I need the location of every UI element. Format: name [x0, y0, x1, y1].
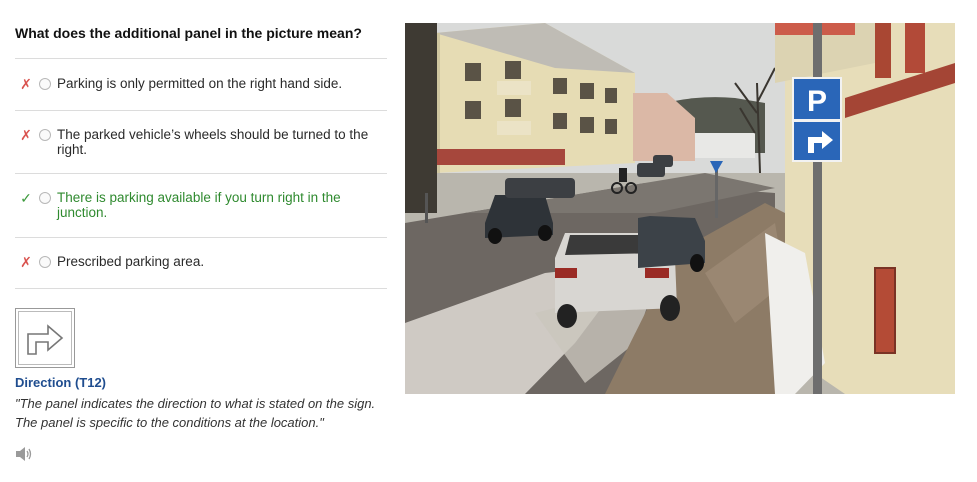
answer-option-1[interactable]: ✗ Parking is only permitted on the right… [15, 59, 387, 111]
wrong-mark-icon: ✗ [20, 127, 32, 143]
explanation-text: "The panel indicates the direction to wh… [15, 396, 376, 430]
radio-button[interactable] [39, 129, 51, 141]
answer-label: The parked vehicle’s wheels should be tu… [57, 127, 369, 157]
answer-list: ✗ Parking is only permitted on the right… [15, 58, 387, 289]
answer-option-4[interactable]: ✗ Prescribed parking area. [15, 238, 387, 289]
question-text: What does the additional panel in the pi… [15, 25, 362, 41]
radio-button[interactable] [39, 192, 51, 204]
correct-mark-icon: ✓ [20, 190, 32, 206]
radio-button[interactable] [39, 256, 51, 268]
speaker-icon[interactable] [15, 445, 33, 463]
street-photo: P [405, 23, 955, 394]
answer-label: There is parking available if you turn r… [57, 190, 341, 220]
answer-option-2[interactable]: ✗ The parked vehicle’s wheels should be … [15, 111, 387, 174]
answer-label: Parking is only permitted on the right h… [57, 76, 343, 91]
answer-label: Prescribed parking area. [57, 254, 205, 269]
parking-sign-letter: P [807, 85, 827, 118]
turn-right-arrow-icon [18, 311, 72, 365]
sign-thumbnail[interactable] [15, 308, 75, 368]
wrong-mark-icon: ✗ [20, 76, 32, 92]
answer-option-3[interactable]: ✓ There is parking available if you turn… [15, 174, 387, 238]
question-panel: What does the additional panel in the pi… [15, 18, 387, 461]
radio-button[interactable] [39, 78, 51, 90]
explanation-title[interactable]: Direction (T12) [15, 375, 106, 390]
wrong-mark-icon: ✗ [20, 254, 32, 270]
